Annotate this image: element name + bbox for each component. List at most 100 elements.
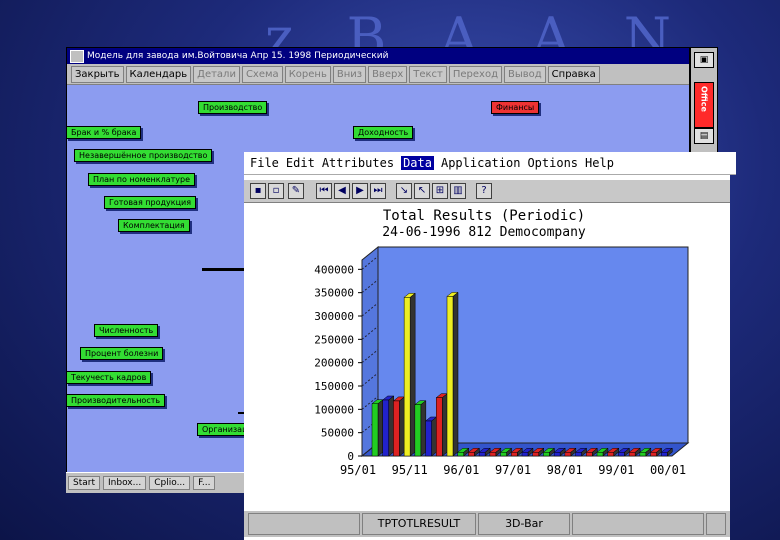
first-icon[interactable]: ⏮ (316, 183, 332, 199)
bar (457, 452, 464, 457)
bar-side (452, 291, 459, 457)
y-tick-label: 400000 (314, 263, 354, 276)
diagram-node[interactable]: Финансы (491, 101, 540, 114)
bar-side (399, 396, 405, 457)
print-icon[interactable]: ▫ (268, 183, 284, 199)
bar (489, 452, 497, 457)
bar (543, 452, 550, 457)
office-label: Office (699, 86, 709, 112)
chart-menu-item[interactable]: File (250, 156, 279, 170)
diagram-node[interactable]: Незавершённое производство (74, 149, 213, 162)
taskbar-button[interactable]: Cplio... (149, 476, 191, 490)
chart-menu-item[interactable]: Application (441, 156, 520, 170)
model-menu-item[interactable]: Вверх (368, 65, 408, 83)
diagram-node[interactable]: План по номенклатуре (88, 173, 196, 186)
diagram-node[interactable]: Брак и % брака (66, 126, 142, 139)
tree-icon[interactable]: ⊞ (432, 183, 448, 199)
drill-up-icon[interactable]: ↖ (414, 183, 430, 199)
toolbar-button-bottom[interactable]: ▤ (694, 128, 714, 144)
chart-toolbar: ▪ ▫ ✎ ⏮ ◀ ▶ ⏭ ↘ ↖ ⊞ ▥ ? (244, 180, 730, 203)
bar (414, 404, 422, 457)
chart-menu-item[interactable]: Edit (286, 156, 315, 170)
help-icon[interactable]: ? (476, 183, 492, 199)
y-tick-label: 200000 (314, 357, 354, 370)
taskbar-button[interactable]: Start (68, 476, 100, 490)
status-name: TPTOTLRESULT (362, 513, 476, 535)
bar-side (388, 395, 394, 457)
y-tick-label: 50000 (321, 427, 354, 440)
toolbar-button-top[interactable]: ▣ (694, 52, 714, 68)
diagram-node[interactable]: Численность (94, 324, 159, 337)
bar-side (409, 292, 416, 457)
diagram-node[interactable]: Производство (198, 101, 268, 114)
edit-icon[interactable]: ✎ (288, 183, 304, 199)
chart-window: File Edit Attributes Data Application Options… (244, 152, 736, 540)
model-menu-item[interactable]: Корень (284, 65, 331, 83)
status-empty-cell (706, 513, 726, 535)
model-menu-item[interactable]: Схема (241, 65, 283, 83)
chart-area: Total Results (Periodic) 24-06-1996 812 … (314, 208, 690, 477)
model-menu-item[interactable]: Переход (448, 65, 502, 83)
bar (628, 452, 636, 457)
chart-menu-item[interactable]: Attributes (322, 156, 394, 170)
diagram-node[interactable]: Доходность (353, 126, 414, 139)
model-menu-item[interactable]: Вывод (503, 65, 546, 83)
bar (382, 399, 389, 457)
bar (607, 452, 614, 457)
status-chart-kind: 3D-Bar (478, 513, 570, 535)
model-menu-item[interactable]: Текст (409, 65, 447, 83)
model-menu-item[interactable]: Календарь (125, 65, 192, 83)
status-empty-cell (248, 513, 360, 535)
chart-menu-item[interactable]: Help (585, 156, 614, 170)
status-empty-cell (572, 513, 704, 535)
right-toolbar: ▣ Office ▤ (690, 47, 718, 159)
app-icon (70, 50, 84, 63)
bar (403, 297, 411, 457)
diagram-node[interactable]: Готовая продукция (104, 196, 197, 209)
last-icon[interactable]: ⏭ (370, 183, 386, 199)
y-tick-label: 100000 (314, 403, 354, 416)
chart-menubar: File Edit Attributes Data Application Options… (244, 152, 736, 175)
bar (425, 420, 432, 457)
taskbar-button[interactable]: Inbox... (103, 476, 147, 490)
bar-side (431, 416, 437, 457)
diagram-node[interactable]: Комплектация (118, 219, 190, 232)
next-icon[interactable]: ▶ (352, 183, 368, 199)
x-tick-label: 95/01 (340, 463, 376, 477)
chart-title: Total Results (Periodic) (383, 208, 585, 224)
x-tick-label: 96/01 (443, 463, 479, 477)
bar (639, 452, 647, 457)
chart-menu-item[interactable]: Options (527, 156, 578, 170)
save-icon[interactable]: ▪ (250, 183, 266, 199)
bar (532, 452, 539, 457)
connector-line (202, 268, 248, 271)
prev-icon[interactable]: ◀ (334, 183, 350, 199)
chart-menu-item[interactable]: Data (401, 156, 434, 170)
model-menu-item[interactable]: Закрыть (71, 65, 124, 83)
diagram-node[interactable]: Производительность (66, 394, 166, 407)
chart-subtitle: 24-06-1996 812 Democompany (382, 225, 586, 240)
bar-side (420, 400, 427, 457)
y-tick-label: 250000 (314, 333, 354, 346)
y-tick-label: 300000 (314, 310, 354, 323)
x-tick-label: 97/01 (495, 463, 531, 477)
bar (575, 452, 582, 457)
bar (446, 296, 454, 457)
bar (618, 452, 625, 457)
office-button[interactable]: Office (694, 82, 714, 128)
bar (436, 397, 443, 457)
diagram-node[interactable]: Текучесть кадров (66, 371, 152, 384)
bar (661, 452, 668, 457)
model-menu-item[interactable]: Детали (193, 65, 240, 83)
model-menu-item[interactable]: Справка (547, 65, 600, 83)
bar (371, 403, 379, 457)
bar (468, 452, 475, 457)
bar (553, 452, 561, 457)
model-window-title: Модель для завода им.Войтовича Апр 15. 1… (87, 51, 389, 61)
diagram-node[interactable]: Процент болезни (80, 347, 164, 360)
drill-down-icon[interactable]: ↘ (396, 183, 412, 199)
model-menu-item[interactable]: Вниз (332, 65, 367, 83)
taskbar-button[interactable]: F... (193, 476, 216, 490)
graph-icon[interactable]: ▥ (450, 183, 466, 199)
y-tick-label: 350000 (314, 287, 354, 300)
